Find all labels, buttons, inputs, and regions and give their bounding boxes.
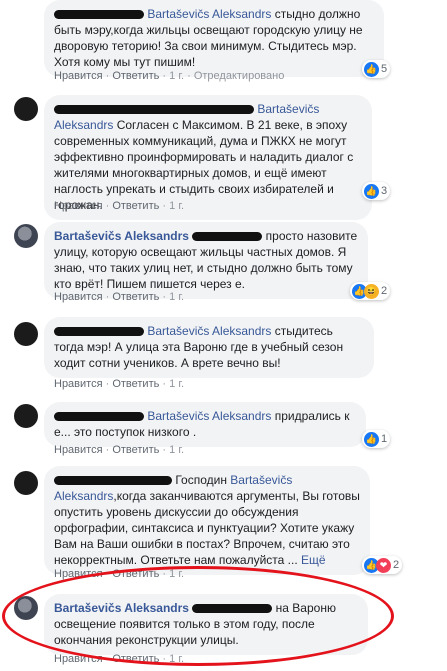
like-reaction-icon: 👍: [364, 61, 379, 77]
like-link[interactable]: Нравится: [54, 291, 103, 303]
redacted-name: [54, 412, 144, 422]
reaction-count[interactable]: 👍 3: [362, 182, 391, 200]
comment-prefix: Господин: [175, 473, 227, 487]
reply-link[interactable]: Ответить: [112, 444, 159, 456]
author-name[interactable]: Bartaševičs Aleksandrs: [54, 229, 189, 243]
comment-bubble: Bartaševičs Aleksandrs просто назовите у…: [44, 222, 368, 299]
avatar[interactable]: [14, 404, 38, 428]
like-link[interactable]: Нравится: [54, 378, 103, 390]
redacted-name: [54, 105, 254, 115]
timestamp[interactable]: 1 г.: [169, 291, 184, 303]
comment-text-line1: ,когда: [113, 489, 147, 503]
reply-link[interactable]: Ответить: [112, 378, 159, 390]
love-reaction-icon: ❤: [376, 557, 391, 573]
timestamp[interactable]: 1 г.: [169, 200, 184, 212]
comment-actions: Нравится · Ответить · 1 г.: [54, 200, 185, 212]
reaction-count[interactable]: 👍 😆 2: [350, 282, 391, 300]
comment-actions: Нравится · Ответить · 1 г. · Отредактиро…: [54, 70, 285, 82]
comment-text: мэр! А улица эта Вароню где в учебный се…: [54, 340, 344, 370]
timestamp[interactable]: 1 г.: [169, 70, 184, 82]
comment-text: улицу, которую освещают жильцы частных д…: [54, 245, 353, 291]
see-more-link[interactable]: Ещё: [301, 553, 326, 567]
reaction-count[interactable]: 👍 5: [362, 60, 391, 78]
haha-reaction-icon: 😆: [364, 283, 379, 299]
comment-bubble: Господин Bartaševičs Aleksandrs,когда за…: [44, 466, 370, 575]
like-link[interactable]: Нравится: [54, 444, 103, 456]
redacted-name: [192, 232, 263, 242]
mention-link[interactable]: Bartaševičs Aleksandrs: [147, 409, 271, 423]
comment-bubble: Bartaševičs Aleksandrs стыдитесь тогда м…: [44, 317, 374, 378]
reply-link[interactable]: Ответить: [112, 291, 159, 303]
comment-actions: Нравится · Ответить · 1 г.: [54, 378, 185, 390]
like-link[interactable]: Нравится: [54, 70, 103, 82]
reply-link[interactable]: Ответить: [112, 70, 159, 82]
avatar[interactable]: [14, 322, 38, 346]
like-link[interactable]: Нравится: [54, 200, 103, 212]
mention-link[interactable]: Bartaševičs Aleksandrs: [147, 7, 271, 21]
timestamp[interactable]: 1 г.: [169, 444, 184, 456]
comment-text-line1: просто назовите: [265, 229, 358, 243]
red-highlight-circle: [2, 566, 394, 666]
avatar[interactable]: [14, 97, 38, 121]
timestamp[interactable]: 1 г.: [169, 378, 184, 390]
reaction-count[interactable]: 👍 ❤ 2: [362, 556, 403, 574]
like-reaction-icon: 👍: [364, 431, 379, 447]
edited-label[interactable]: Отредактировано: [194, 70, 285, 82]
comment-actions: Нравится · Ответить · 1 г.: [54, 291, 185, 303]
comment-bubble: Bartaševičs Aleksandrs стыдно должно быт…: [44, 0, 384, 77]
redacted-name: [54, 476, 172, 486]
avatar[interactable]: [14, 224, 38, 248]
reply-link[interactable]: Ответить: [112, 200, 159, 212]
comment-bubble: Bartaševičs Aleksandrs придрались к е...…: [44, 402, 366, 447]
reaction-count[interactable]: 👍 1: [362, 430, 391, 448]
like-reaction-icon: 👍: [364, 183, 379, 199]
comment-text: Согласен с Максимом. В 21 веке, в эпоху …: [54, 118, 354, 212]
avatar[interactable]: [14, 471, 38, 495]
redacted-name: [54, 10, 144, 20]
comment-actions: Нравится · Ответить · 1 г.: [54, 444, 185, 456]
comment-text: поступок низкого .: [95, 425, 197, 439]
mention-link[interactable]: Bartaševičs Aleksandrs: [147, 324, 271, 338]
redacted-name: [54, 327, 144, 337]
